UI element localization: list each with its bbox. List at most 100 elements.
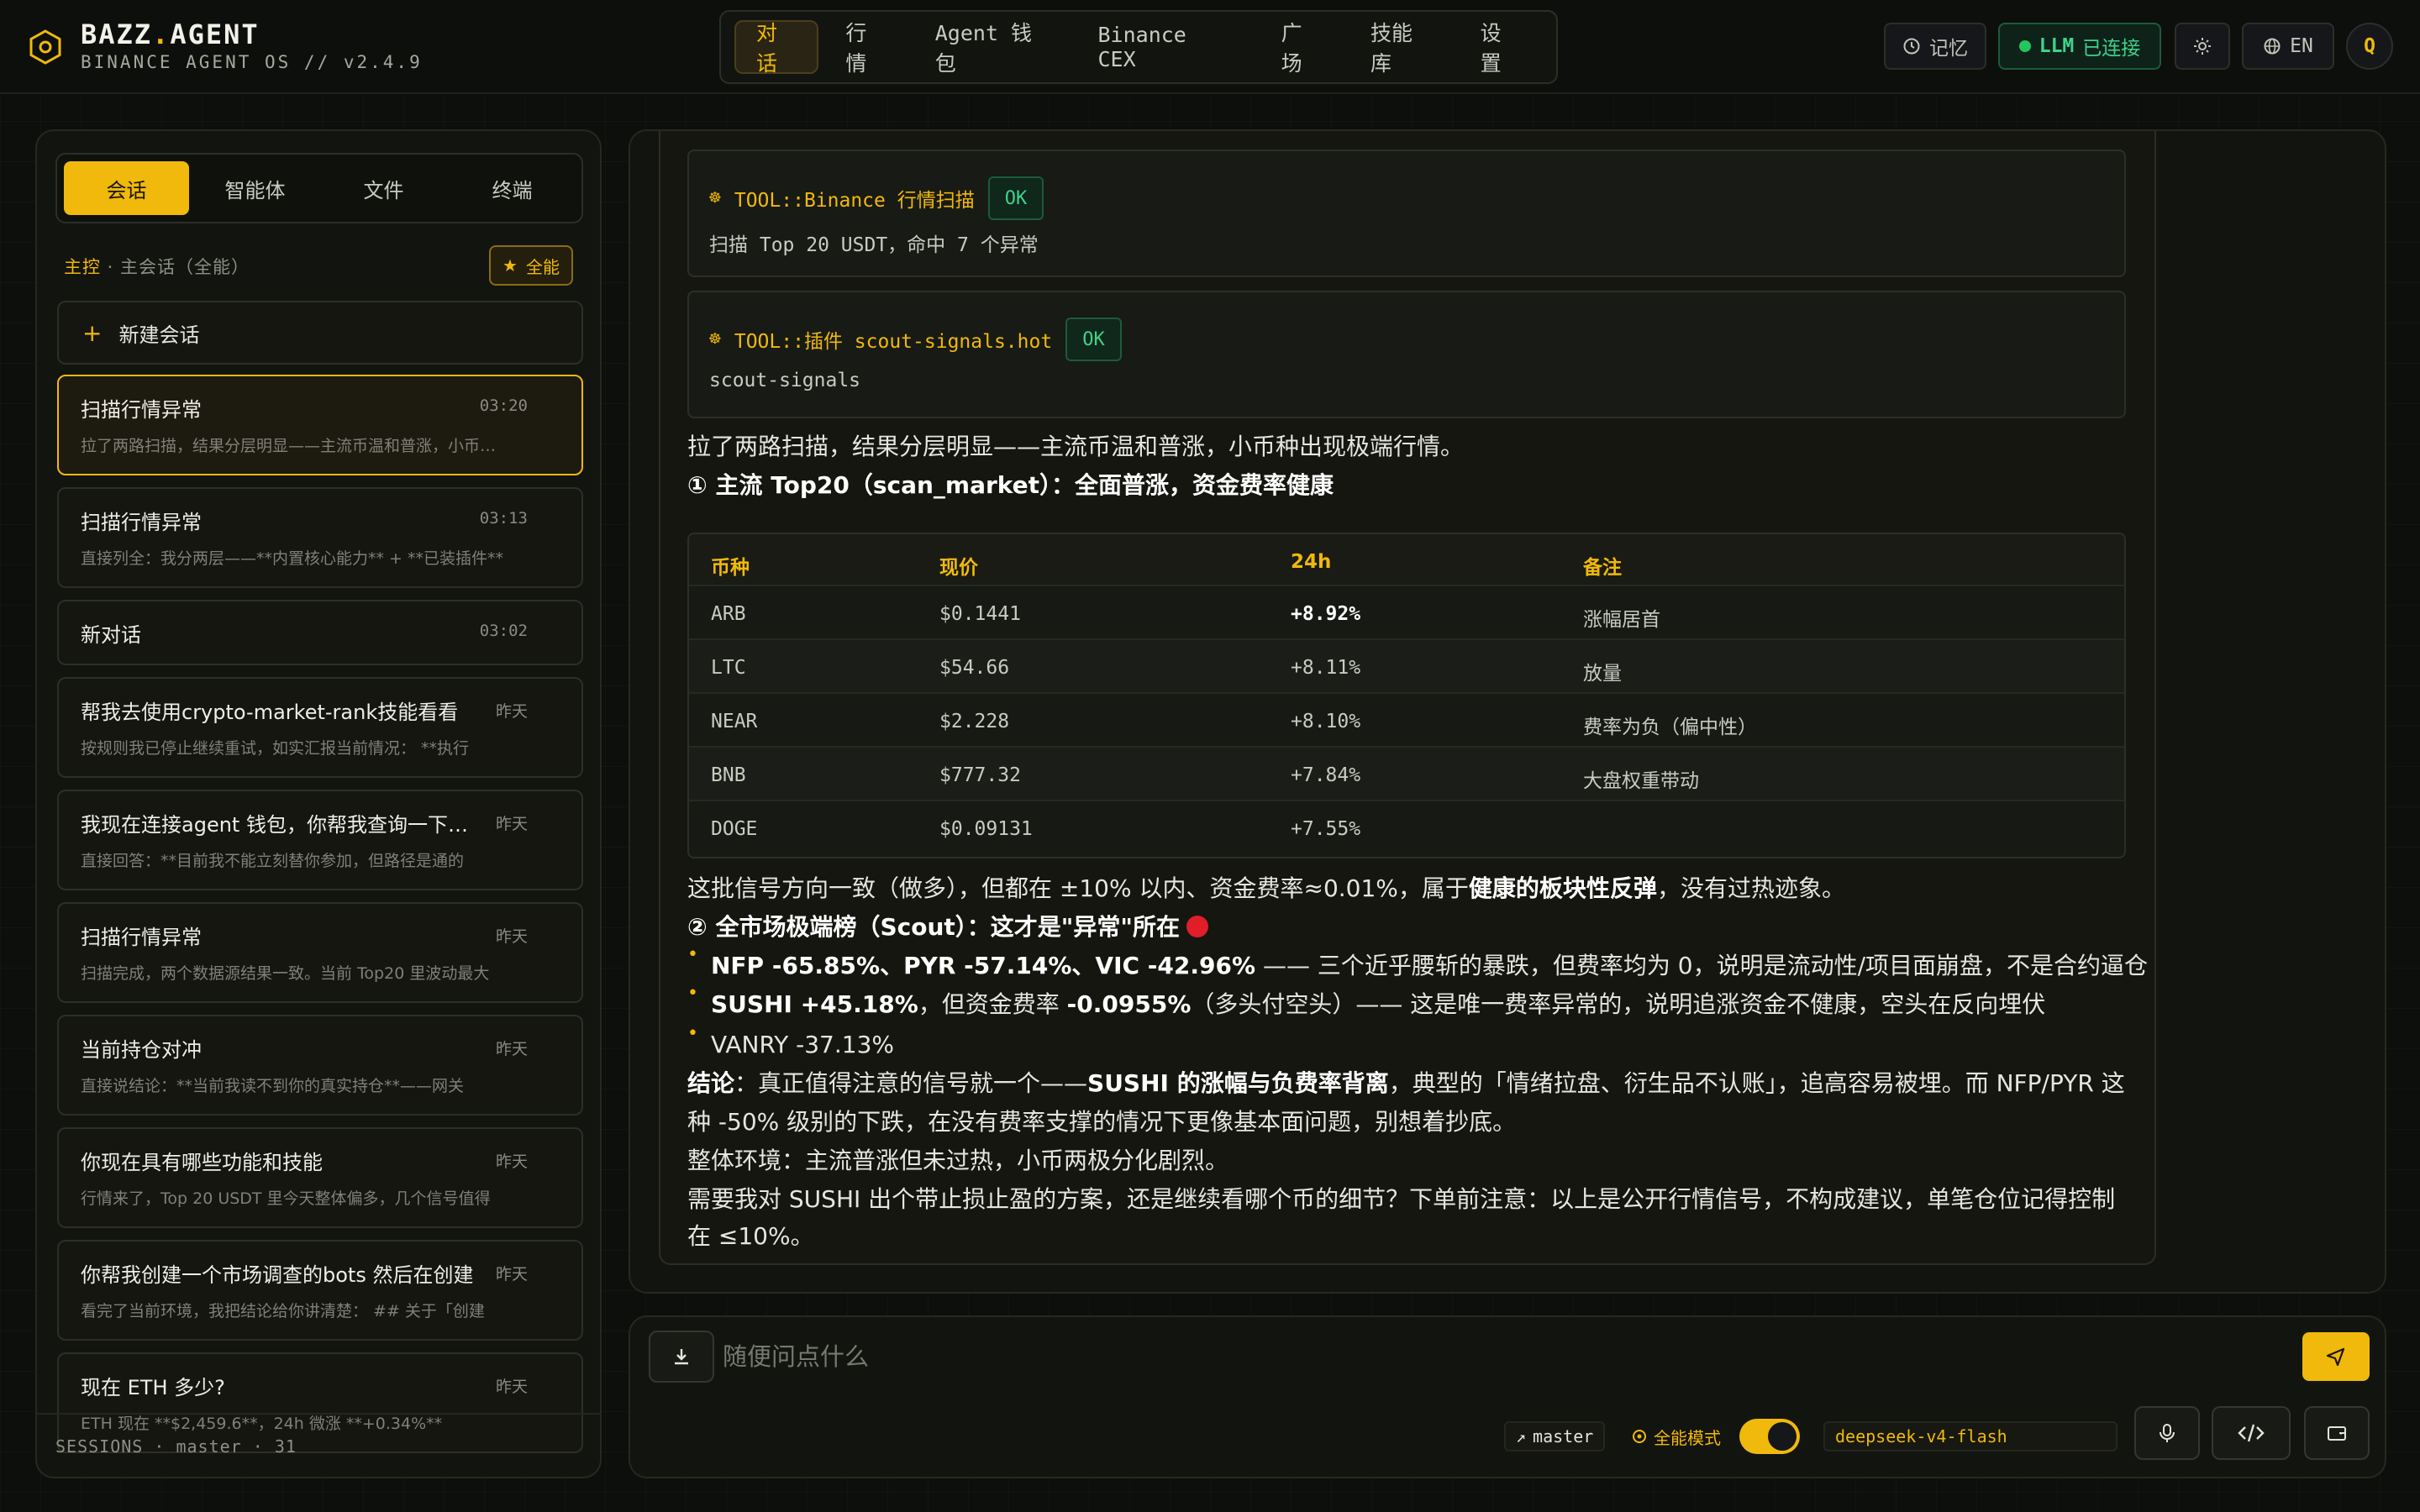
all-mode-badge[interactable]: ★ 全能 <box>489 245 573 286</box>
status-dot-icon <box>2018 40 2031 52</box>
download-icon <box>675 1349 688 1365</box>
nav-tab-skills[interactable]: 技能库 <box>1349 20 1454 76</box>
table-row: NEAR $2.228 +8.10% 费率为负（偏中性） <box>689 694 2124 748</box>
tool-call-card[interactable]: ☸ TOOL::Binance 行情扫描 OK 扫描 Top 20 USDT，命中 … <box>687 150 2126 277</box>
composer: ↗master 全能模式 deepseek-v4-flash <box>629 1315 2386 1478</box>
clock-icon <box>1903 38 1920 55</box>
red-circle-icon <box>1186 916 1208 937</box>
branch-chip[interactable]: ↗ master <box>1504 1421 1606 1452</box>
all-mode-toggle[interactable] <box>1739 1419 1800 1454</box>
table-row: DOGE $0.09131 +7.55% <box>711 818 1361 840</box>
wallet-button[interactable] <box>2304 1406 2370 1460</box>
bullet-item: VANRY -37.13% <box>711 1031 894 1058</box>
theme-toggle-button[interactable] <box>2175 23 2230 70</box>
send-icon <box>2326 1347 2345 1367</box>
section-heading: ① 主流 Top20（scan_market）：全面普涨，资金费率健康 <box>687 471 1334 499</box>
sidebar: 会话 智能体 文件 终端 主控 · 主会话（全能） ★ 全能 + 新建会话 扫描行情… <box>35 129 602 1478</box>
chat-panel[interactable]: ☸ TOOL::Binance 行情扫描 OK 扫描 Top 20 USDT，命中 … <box>629 129 2386 1294</box>
nav-tab-settings[interactable]: 设置 <box>1459 20 1543 76</box>
mic-button[interactable] <box>2134 1406 2200 1460</box>
bullet-icon: • <box>687 983 698 1004</box>
conclusion-cont: 种 -50% 级别的下跌，在没有费率支撑的情况下更像基本面问题，别想着抄底。 <box>687 1108 1517 1136</box>
code-icon <box>2238 1424 2265 1442</box>
bullet-item: SUSHI +45.18%，但资金费率 -0.0955%（多头付空头）—— 这是… <box>711 990 2046 1018</box>
ok-badge: OK <box>1065 318 1122 361</box>
memory-button[interactable]: 记忆 <box>1884 23 1986 70</box>
message-intro: 拉了两路扫描，结果分层明显——主流币温和普涨，小币种出现极端行情。 <box>687 433 1465 460</box>
session-item[interactable]: 帮我去使用crypto-market-rank技能看看 昨天 按规则我已停止继续… <box>57 677 583 778</box>
target-icon <box>1633 1430 1646 1443</box>
new-chat-button[interactable]: + 新建会话 <box>57 301 583 365</box>
section-heading: ② 全市场极端榜（Scout）：这才是"异常"所在 <box>687 911 1208 944</box>
bullet-icon: • <box>687 1023 698 1044</box>
nav-tab-agent-wallet[interactable]: Agent 钱包 <box>913 20 1071 76</box>
memory-label: 记忆 <box>1929 38 1968 60</box>
bullet-icon: • <box>687 944 698 965</box>
sidebar-tabs: 会话 智能体 文件 终端 <box>55 153 583 223</box>
tool-name: TOOL::Binance 行情扫描 <box>734 190 975 212</box>
gear-icon: ☸ <box>709 187 721 209</box>
session-item[interactable]: 当前持仓对冲 昨天 直接说结论：**当前我读不到你的真实持仓**——网关 <box>57 1015 583 1116</box>
conclusion: 结论：真正值得注意的信号就一个——SUSHI 的涨幅与负费率背离，典型的「情绪拉… <box>687 1069 2125 1097</box>
top-header: BAZZ.AGENT BINANCE AGENT OS // v2.4.9 对话… <box>0 0 2420 94</box>
session-list: 扫描行情异常 03:20 拉了两路扫描，结果分层明显——主流币温和普涨，小币种出… <box>57 375 583 1512</box>
tool-call-card[interactable]: ☸ TOOL::插件 scout-signals.hot OK scout-sign… <box>687 291 2126 418</box>
wallet-icon <box>2328 1426 2346 1441</box>
market-table: 币种 现价 24h 备注 ARB $0.1441 +8.92% 涨幅居首 LTC $54… <box>687 533 2126 858</box>
nav-tab-chat[interactable]: 对话 <box>734 20 819 76</box>
language-label: EN <box>2290 35 2313 57</box>
table-header-row: 币种 现价 24h 备注 <box>689 534 2124 586</box>
sessions-footer: SESSIONS · master · 31 <box>37 1413 600 1478</box>
ok-badge: OK <box>987 176 1044 220</box>
sidebar-tab-files[interactable]: 文件 <box>321 161 446 215</box>
toggle-knob <box>1768 1422 1797 1451</box>
session-item[interactable]: 你帮我创建一个市场调查的bots 然后在创建 昨天 看完了当前环境，我把结论给你… <box>57 1240 583 1341</box>
gear-icon: ☸ <box>709 328 721 350</box>
table-row: BNB $777.32 +7.84% 大盘权重带动 <box>689 748 2124 801</box>
llm-label: LLM <box>2039 35 2075 57</box>
llm-status: 已连接 <box>2082 38 2141 60</box>
follow-up-question: 需要我对 SUSHI 出个带止损止盈的方案，还是继续看哪个币的细节？下单前注意：… <box>687 1185 2116 1213</box>
nav-tab-market[interactable]: 行情 <box>823 20 908 76</box>
table-row: ARB $0.1441 +8.92% 涨幅居首 <box>689 586 2124 640</box>
brand-title: BAZZ.AGENT <box>81 18 260 50</box>
control-session-label: 主控 · 主会话（全能） <box>64 257 250 277</box>
chat-input[interactable] <box>723 1332 2067 1381</box>
sidebar-tab-sessions[interactable]: 会话 <box>64 161 189 215</box>
nav-tab-square[interactable]: 广场 <box>1260 20 1344 76</box>
hexagon-logo-icon <box>29 29 61 65</box>
arrow-icon: ↗ <box>1516 1426 1527 1446</box>
tool-name: TOOL::插件 scout-signals.hot <box>734 331 1053 353</box>
sun-icon <box>2194 38 2211 55</box>
session-item[interactable]: 扫描行情异常 昨天 扫描完成，两个数据源结果一致。当前 Top20 里波动最大 <box>57 902 583 1003</box>
paragraph: 这批信号方向一致（做多），但都在 ±10% 以内、资金费率≈0.01%，属于健康… <box>687 874 1845 902</box>
follow-up-question-cont: 在 ≤10%。 <box>687 1222 814 1250</box>
user-avatar[interactable]: Q <box>2346 23 2393 70</box>
table-row: LTC $54.66 +8.11% 放量 <box>689 640 2124 694</box>
session-item[interactable]: 扫描行情异常 03:13 直接列全：我分两层——**内置核心能力** + **已… <box>57 487 583 588</box>
bullet-item: NFP -65.85%、PYR -57.14%、VIC -42.96% —— 三… <box>711 952 2149 979</box>
llm-status-button[interactable]: LLM 已连接 <box>1998 23 2161 70</box>
model-selector[interactable]: deepseek-v4-flash <box>1823 1421 2118 1452</box>
environment-summary: 整体环境：主流普涨但未过热，小币两极分化剧烈。 <box>687 1147 1229 1174</box>
nav-tab-binance-cex[interactable]: Binance CEX <box>1076 20 1254 74</box>
star-icon: ★ <box>502 255 518 276</box>
session-item[interactable]: 你现在具有哪些功能和技能 昨天 行情来了，Top 20 USDT 里今天整体偏多… <box>57 1127 583 1228</box>
tool-result: scout-signals <box>709 370 861 391</box>
download-button[interactable] <box>649 1331 714 1383</box>
plus-icon: + <box>82 318 103 347</box>
sidebar-tab-agents[interactable]: 智能体 <box>192 161 318 215</box>
main-nav: 对话 行情 Agent 钱包 Binance CEX 广场 技能库 设置 <box>719 10 1558 84</box>
microphone-icon <box>2160 1424 2175 1442</box>
globe-icon <box>2264 38 2281 55</box>
session-item[interactable]: 扫描行情异常 03:20 拉了两路扫描，结果分层明显——主流币温和普涨，小币种出… <box>57 375 583 475</box>
code-button[interactable] <box>2212 1406 2291 1460</box>
brand-subtitle: BINANCE AGENT OS // v2.4.9 <box>81 52 423 72</box>
assistant-message: ☸ TOOL::Binance 行情扫描 OK 扫描 Top 20 USDT，命中 … <box>659 131 2156 1265</box>
send-button[interactable] <box>2302 1332 2370 1381</box>
session-item[interactable]: 我现在连接agent 钱包，你帮我查询一下它的余额 昨天 直接回答：**目前我不… <box>57 790 583 890</box>
session-item[interactable]: 新对话 03:02 <box>57 600 583 665</box>
language-button[interactable]: EN <box>2242 23 2334 70</box>
sidebar-tab-terminal[interactable]: 终端 <box>450 161 575 215</box>
tool-result: 扫描 Top 20 USDT，命中 7 个异常 <box>709 234 1039 256</box>
